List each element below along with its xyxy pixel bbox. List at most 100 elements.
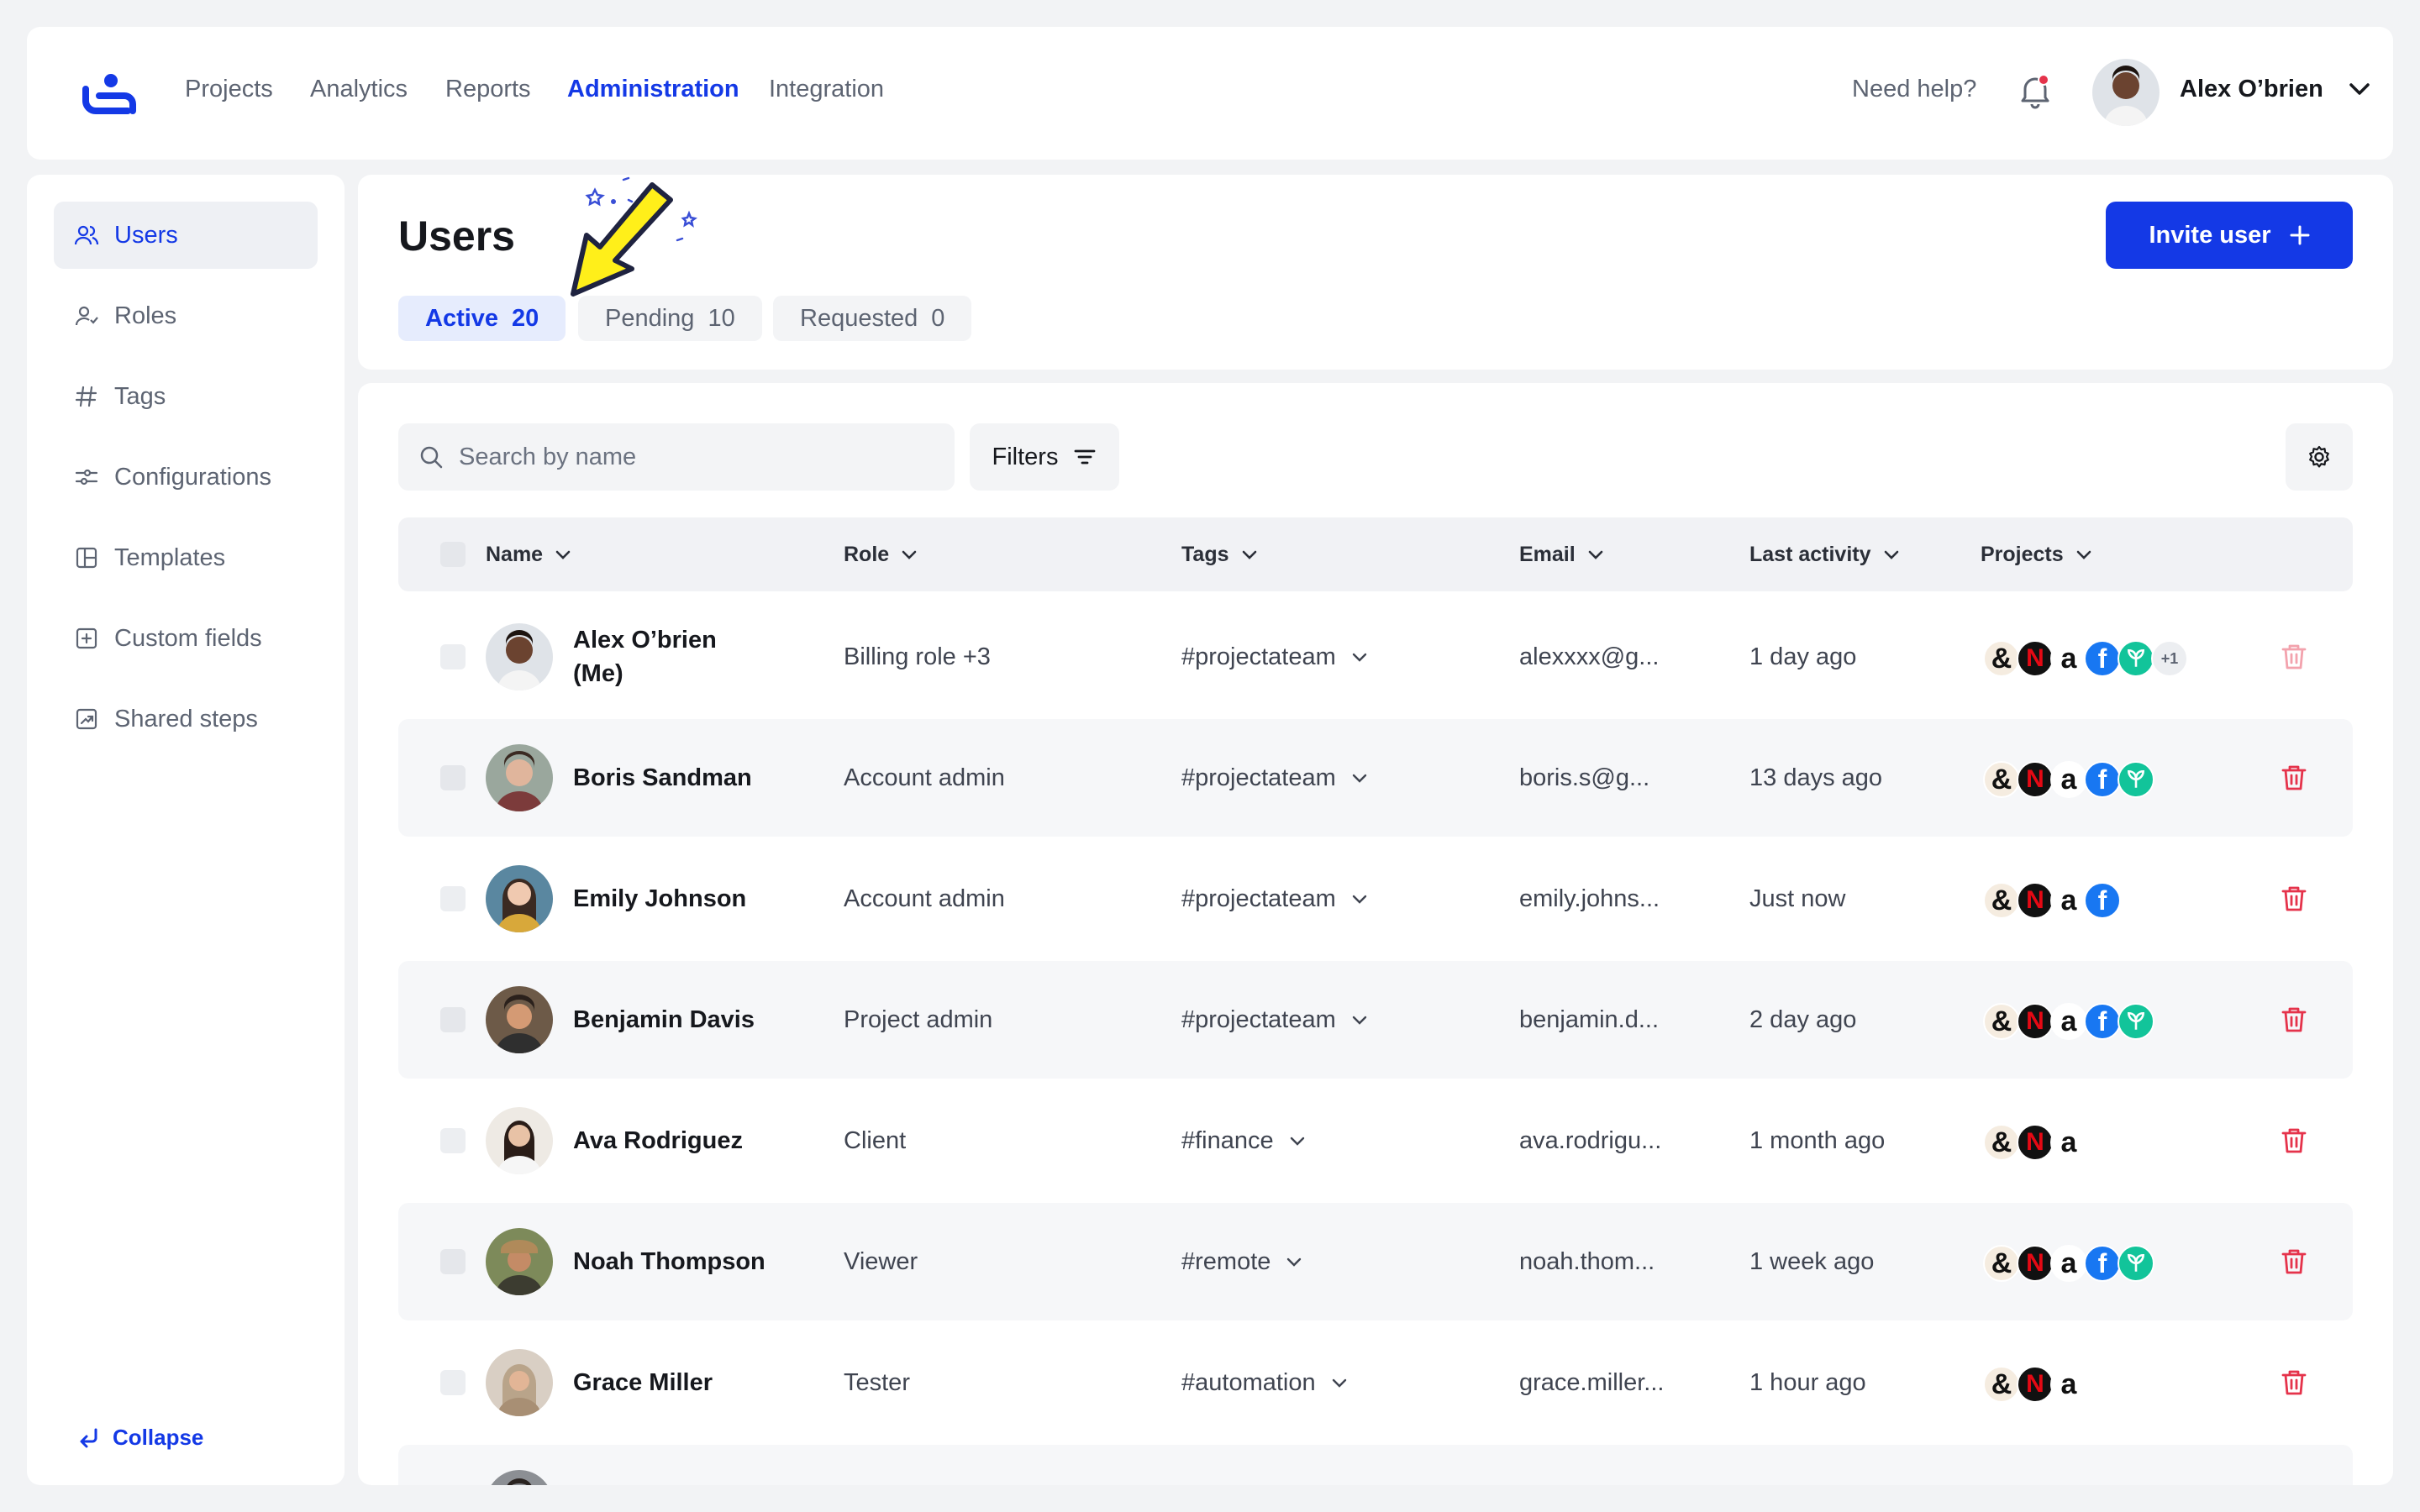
filters-button[interactable]: Filters xyxy=(970,423,1119,491)
project-amazon-icon: a xyxy=(2050,640,2087,677)
select-all-checkbox[interactable] xyxy=(440,542,466,567)
role-cell: Project admin xyxy=(844,1005,993,1033)
delete-user-icon[interactable] xyxy=(2279,1126,2309,1156)
user-avatar[interactable] xyxy=(2092,59,2160,126)
last-activity-cell: 1 day ago xyxy=(1749,643,1857,670)
collapse-sidebar-button[interactable]: Collapse xyxy=(77,1425,203,1451)
tag-dropdown[interactable]: #projectateam xyxy=(1181,598,1368,716)
delete-user-icon[interactable] xyxy=(2279,1368,2309,1398)
nav-integration[interactable]: Integration xyxy=(769,76,884,103)
user-roles-icon xyxy=(75,306,98,326)
nav-projects[interactable]: Projects xyxy=(185,76,273,103)
table-settings-button[interactable] xyxy=(2286,423,2353,491)
sidebar-item-templates[interactable]: Templates xyxy=(54,524,318,591)
tab-active[interactable]: Active 20 xyxy=(398,296,566,341)
chevron-down-icon[interactable] xyxy=(2348,81,2371,97)
delete-user-icon[interactable] xyxy=(2279,642,2309,672)
need-help-link[interactable]: Need help? xyxy=(1852,76,1976,103)
column-header-projects[interactable]: Projects xyxy=(1981,517,2092,591)
tag-dropdown[interactable]: #remote xyxy=(1181,1203,1302,1320)
more-projects-badge[interactable]: +1 xyxy=(2151,640,2188,677)
sidebar-item-tags[interactable]: Tags xyxy=(54,363,318,430)
project-icons[interactable]: & N a xyxy=(1983,1366,2087,1403)
row-checkbox[interactable] xyxy=(440,765,466,790)
column-header-role[interactable]: Role xyxy=(844,517,918,591)
column-header-name[interactable]: Name xyxy=(486,517,571,591)
project-icons[interactable]: & N a f xyxy=(1983,761,2154,798)
row-checkbox[interactable] xyxy=(440,1007,466,1032)
project-icons[interactable]: & N a f xyxy=(1983,1003,2154,1040)
delete-user-icon[interactable] xyxy=(2279,763,2309,793)
user-name: Grace Miller xyxy=(573,1369,713,1396)
table-row[interactable]: Alex O’brien (Me) Billing role +3 #proje… xyxy=(398,598,2353,716)
table-row[interactable]: Benjamin Davis Project admin #projectate… xyxy=(398,961,2353,1079)
avatar xyxy=(486,623,553,690)
page-title: Users xyxy=(398,213,515,260)
sidebar-item-roles[interactable]: Roles xyxy=(54,282,318,349)
last-activity-cell: 2 day ago xyxy=(1749,1005,1857,1033)
delete-user-icon[interactable] xyxy=(2279,1005,2309,1035)
column-header-last-activity[interactable]: Last activity xyxy=(1749,517,1900,591)
tag-dropdown[interactable]: #projectateam xyxy=(1181,840,1368,958)
tab-label: Pending xyxy=(605,304,695,332)
search-input[interactable] xyxy=(459,443,929,471)
sidebar-item-shared-steps[interactable]: Shared steps xyxy=(54,685,318,753)
tag-dropdown[interactable]: #projectateam xyxy=(1181,961,1368,1079)
project-netflix-icon: N xyxy=(2017,1003,2054,1040)
project-leaf-icon xyxy=(2118,1245,2154,1282)
project-icons[interactable]: & N a f +1 xyxy=(1983,640,2188,677)
table-row[interactable]: Ava Rodriguez Client #finance ava.rodrig… xyxy=(398,1082,2353,1200)
last-activity-cell: Just now xyxy=(1749,885,1846,912)
column-header-email[interactable]: Email xyxy=(1519,517,1604,591)
row-checkbox[interactable] xyxy=(440,644,466,669)
tag-dropdown[interactable]: #projectateam xyxy=(1181,719,1368,837)
tag-dropdown[interactable]: #automation xyxy=(1181,1324,1348,1441)
tab-pending[interactable]: Pending 10 xyxy=(578,296,762,341)
row-checkbox[interactable] xyxy=(440,1370,466,1395)
nav-reports[interactable]: Reports xyxy=(445,76,531,103)
project-icons[interactable]: & N a f xyxy=(1983,882,2121,919)
search-box[interactable] xyxy=(398,423,955,491)
tag-dropdown[interactable]: #finance xyxy=(1181,1082,1306,1200)
nav-administration[interactable]: Administration xyxy=(567,76,739,103)
row-checkbox[interactable] xyxy=(440,1128,466,1153)
project-icons[interactable]: & N a xyxy=(1983,1124,2087,1161)
project-netflix-icon: N xyxy=(2017,761,2054,798)
tag-label: #projectateam xyxy=(1181,885,1336,912)
tab-count: 20 xyxy=(512,304,539,332)
project-icons[interactable]: & N a f xyxy=(1983,1245,2154,1282)
nav-analytics[interactable]: Analytics xyxy=(310,76,408,103)
avatar xyxy=(486,1107,553,1174)
delete-user-icon[interactable] xyxy=(2279,884,2309,914)
gear-icon xyxy=(2309,445,2329,468)
user-name[interactable]: Alex O’brien xyxy=(2180,76,2323,103)
email-cell: grace.miller... xyxy=(1519,1368,1665,1396)
table-row[interactable]: Emily Johnson Account admin #projectatea… xyxy=(398,840,2353,958)
user-name: Emily Johnson xyxy=(573,885,747,912)
row-checkbox[interactable] xyxy=(440,1249,466,1274)
role-cell: Account admin xyxy=(844,885,1005,912)
delete-user-icon[interactable] xyxy=(2279,1247,2309,1277)
project-ampersand-icon: & xyxy=(1983,1124,2020,1161)
avatar xyxy=(486,1470,553,1485)
column-header-tags[interactable]: Tags xyxy=(1181,517,1258,591)
invite-user-button[interactable]: Invite user xyxy=(2106,202,2353,269)
search-icon xyxy=(420,446,443,469)
tab-requested[interactable]: Requested 0 xyxy=(773,296,972,341)
table-row[interactable]: Boris Sandman Account admin #projectatea… xyxy=(398,719,2353,837)
row-checkbox[interactable] xyxy=(440,886,466,911)
table-row[interactable]: Grace Miller Tester #automation grace.mi… xyxy=(398,1324,2353,1441)
sidebar: Users Roles Tags Configurations Template… xyxy=(27,175,345,1485)
sidebar-item-custom-fields[interactable]: Custom fields xyxy=(54,605,318,672)
layout-template-icon xyxy=(76,547,97,569)
tab-count: 10 xyxy=(708,304,735,332)
sidebar-item-configurations[interactable]: Configurations xyxy=(54,444,318,511)
project-facebook-icon: f xyxy=(2084,761,2121,798)
notification-bell-icon[interactable] xyxy=(2018,72,2052,109)
collapse-label: Collapse xyxy=(113,1425,204,1450)
table-row[interactable] xyxy=(398,1445,2353,1485)
sidebar-item-users[interactable]: Users xyxy=(54,202,318,269)
app-logo-icon[interactable] xyxy=(81,71,139,116)
table-row[interactable]: Noah Thompson Viewer #remote noah.thom..… xyxy=(398,1203,2353,1320)
sidebar-item-label: Users xyxy=(114,221,178,249)
